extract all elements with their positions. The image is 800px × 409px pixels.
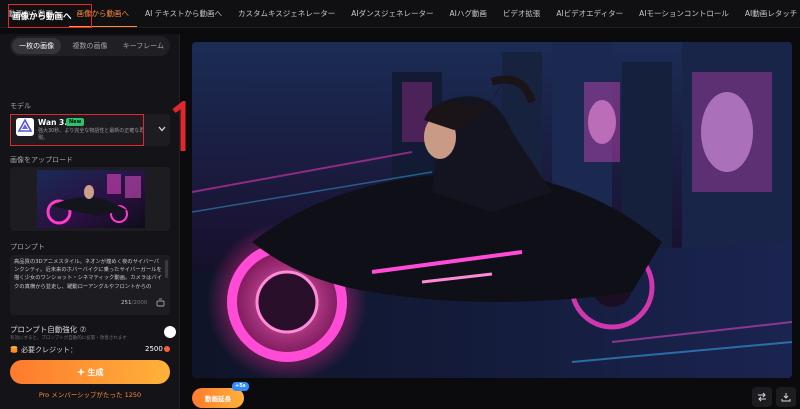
auto-enhance-toggle[interactable] [164, 326, 176, 338]
generate-label: 生成 [87, 367, 104, 377]
mode-tab-single[interactable]: 一枚の画像 [12, 38, 62, 54]
nav-tab-2[interactable]: AI テキストから動画へ [137, 0, 230, 27]
video-preview-image[interactable] [192, 42, 792, 378]
pro-membership-link[interactable]: Pro メンバーシップがたった 1250 [0, 389, 180, 399]
step-annotation: 1 [170, 101, 186, 151]
magic-wand-icon[interactable] [156, 298, 165, 307]
nav-tab-8[interactable]: AIモーションコントロール [631, 0, 737, 27]
generate-button[interactable]: 生成 [10, 360, 170, 384]
credits-label: 必要クレジット： [21, 346, 77, 354]
coin-icon [10, 346, 18, 353]
video-extend-button[interactable]: 動画延長 [192, 388, 244, 408]
nav-tab-5[interactable]: AIハグ動画 [442, 0, 495, 27]
char-count: 251 [121, 300, 132, 306]
mode-tab-multiple[interactable]: 複数の画像 [65, 38, 114, 54]
char-counter: 251/2000 [121, 300, 147, 306]
nav-tab-7[interactable]: AIビデオエディター [548, 0, 631, 27]
credit-info-icon [164, 346, 170, 352]
download-button[interactable] [776, 387, 796, 407]
auto-enhance-description: 有効にすると、プロンプトが自動的に拡張・改善されます [10, 336, 127, 341]
chevron-down-icon[interactable] [158, 126, 166, 132]
mode-tab-keyframe[interactable]: キーフレーム [119, 38, 168, 54]
char-max: /2000 [131, 300, 148, 306]
page-title: 画像から動画へ [12, 12, 72, 22]
nav-tab-4[interactable]: AIダンスジェネレーター [343, 0, 441, 27]
prompt-text[interactable]: 高品質の3Dアニメスタイル。ネオンが煌めく夜のサイバーパンクシティ。近未来のホバ… [14, 258, 162, 298]
extend-badge: +5s [232, 382, 249, 391]
swap-icon [758, 392, 766, 402]
prompt-scrollbar[interactable] [165, 260, 168, 278]
nav-tab-9[interactable]: AI動画レタッチ [737, 0, 800, 27]
auto-enhance-label: プロンプト自動強化 ⑦ [10, 325, 87, 334]
swap-button[interactable] [752, 387, 772, 407]
step-number: 1 [170, 101, 171, 102]
sparkle-icon [76, 368, 85, 376]
nav-tab-3[interactable]: カスタムキスジェネレーター [230, 0, 343, 27]
prompt-label: プロンプト [10, 243, 45, 251]
uploaded-image-thumbnail[interactable] [37, 170, 145, 228]
mode-switcher: 一枚の画像 複数の画像 キーフレーム [10, 36, 170, 56]
download-icon [781, 393, 791, 402]
top-nav: 動画から動画へ 画像から動画へ AI テキストから動画へ カスタムキスジェネレーター A… [0, 0, 800, 28]
model-highlight-box [10, 114, 144, 146]
credits-value: 2500 [145, 345, 163, 353]
upload-label: 画像をアップロード [10, 156, 73, 164]
nav-tab-6[interactable]: ビデオ拡張 [495, 0, 549, 27]
model-label: モデル [10, 102, 31, 110]
